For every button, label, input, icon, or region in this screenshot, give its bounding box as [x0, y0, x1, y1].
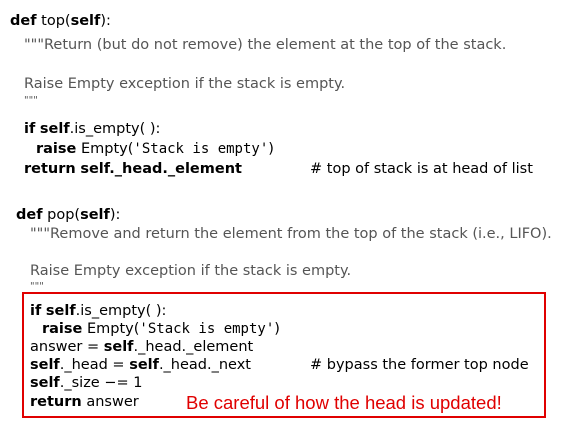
- pop-docstring-line2: Raise Empty exception if the stack is em…: [30, 263, 352, 279]
- pop-docstring-close: """: [30, 281, 44, 292]
- raise-close: ): [268, 141, 274, 157]
- top-docstring-line2: Raise Empty exception if the stack is em…: [24, 76, 346, 92]
- top-return-comment: # top of stack is at head of list: [310, 161, 533, 177]
- pop-def-line: def pop(self):: [16, 206, 120, 224]
- is-empty-call: .is_empty( ):: [75, 303, 167, 319]
- top-docstring-line1: """Return (but do not remove) the elemen…: [24, 37, 507, 53]
- self-ref: self: [45, 303, 76, 319]
- empty-exception: Empty(: [82, 321, 140, 337]
- method-name: top(: [36, 13, 71, 29]
- error-string: 'Stack is empty': [133, 141, 269, 157]
- def-keyword: def: [10, 13, 37, 29]
- pop-answer-line: answer = self._head._element: [30, 338, 253, 356]
- is-empty-call: .is_empty( ):: [69, 121, 161, 137]
- top-docstring-close: """: [24, 95, 38, 106]
- pop-head-comment: # bypass the former top node: [310, 357, 529, 373]
- answer-expr: ._head._element: [133, 339, 254, 355]
- return-keyword: return: [24, 161, 76, 177]
- self-param: self: [80, 207, 110, 223]
- head-next-expr: ._head._next: [158, 357, 251, 373]
- top-return-line: return self._head._element: [24, 160, 242, 178]
- self-ref: self: [80, 161, 110, 177]
- top-def-line: def top(self):: [10, 12, 111, 30]
- raise-keyword: raise: [36, 141, 77, 157]
- pop-return-line: return answer: [30, 393, 139, 411]
- pop-docstring-line1: """Remove and return the element from th…: [30, 226, 552, 242]
- error-string: 'Stack is empty': [139, 321, 275, 337]
- size-decrement: ._size −= 1: [59, 375, 143, 391]
- pop-head-line: self._head = self._head._next: [30, 356, 251, 374]
- pop-if-line: if self.is_empty( ):: [30, 302, 166, 320]
- pop-size-line: self._size −= 1: [30, 374, 142, 392]
- if-keyword: if: [24, 121, 36, 137]
- annotation-note: Be careful of how the head is updated!: [186, 392, 502, 413]
- pop-raise-line: raise Empty('Stack is empty'): [42, 320, 280, 338]
- self-ref: self: [129, 357, 159, 373]
- self-ref: self: [30, 375, 60, 391]
- top-if-line: if self.is_empty( ):: [24, 120, 160, 138]
- self-ref: self: [30, 357, 60, 373]
- self-ref: self: [103, 339, 134, 355]
- method-paren-close: ):: [109, 207, 121, 223]
- answer-assign: answer =: [30, 339, 104, 355]
- return-value: answer: [81, 394, 139, 410]
- method-paren-close: ):: [100, 13, 111, 29]
- head-assign: ._head =: [59, 357, 130, 373]
- return-keyword: return: [30, 394, 82, 410]
- raise-close: ): [274, 321, 280, 337]
- self-param: self: [70, 13, 101, 29]
- if-keyword: if: [30, 303, 42, 319]
- empty-exception: Empty(: [76, 141, 134, 157]
- top-raise-line: raise Empty('Stack is empty'): [36, 140, 274, 158]
- def-keyword: def: [16, 207, 43, 223]
- method-name: pop(: [42, 207, 81, 223]
- self-ref: self: [39, 121, 70, 137]
- return-expr: ._head._element: [109, 161, 242, 177]
- raise-keyword: raise: [42, 321, 83, 337]
